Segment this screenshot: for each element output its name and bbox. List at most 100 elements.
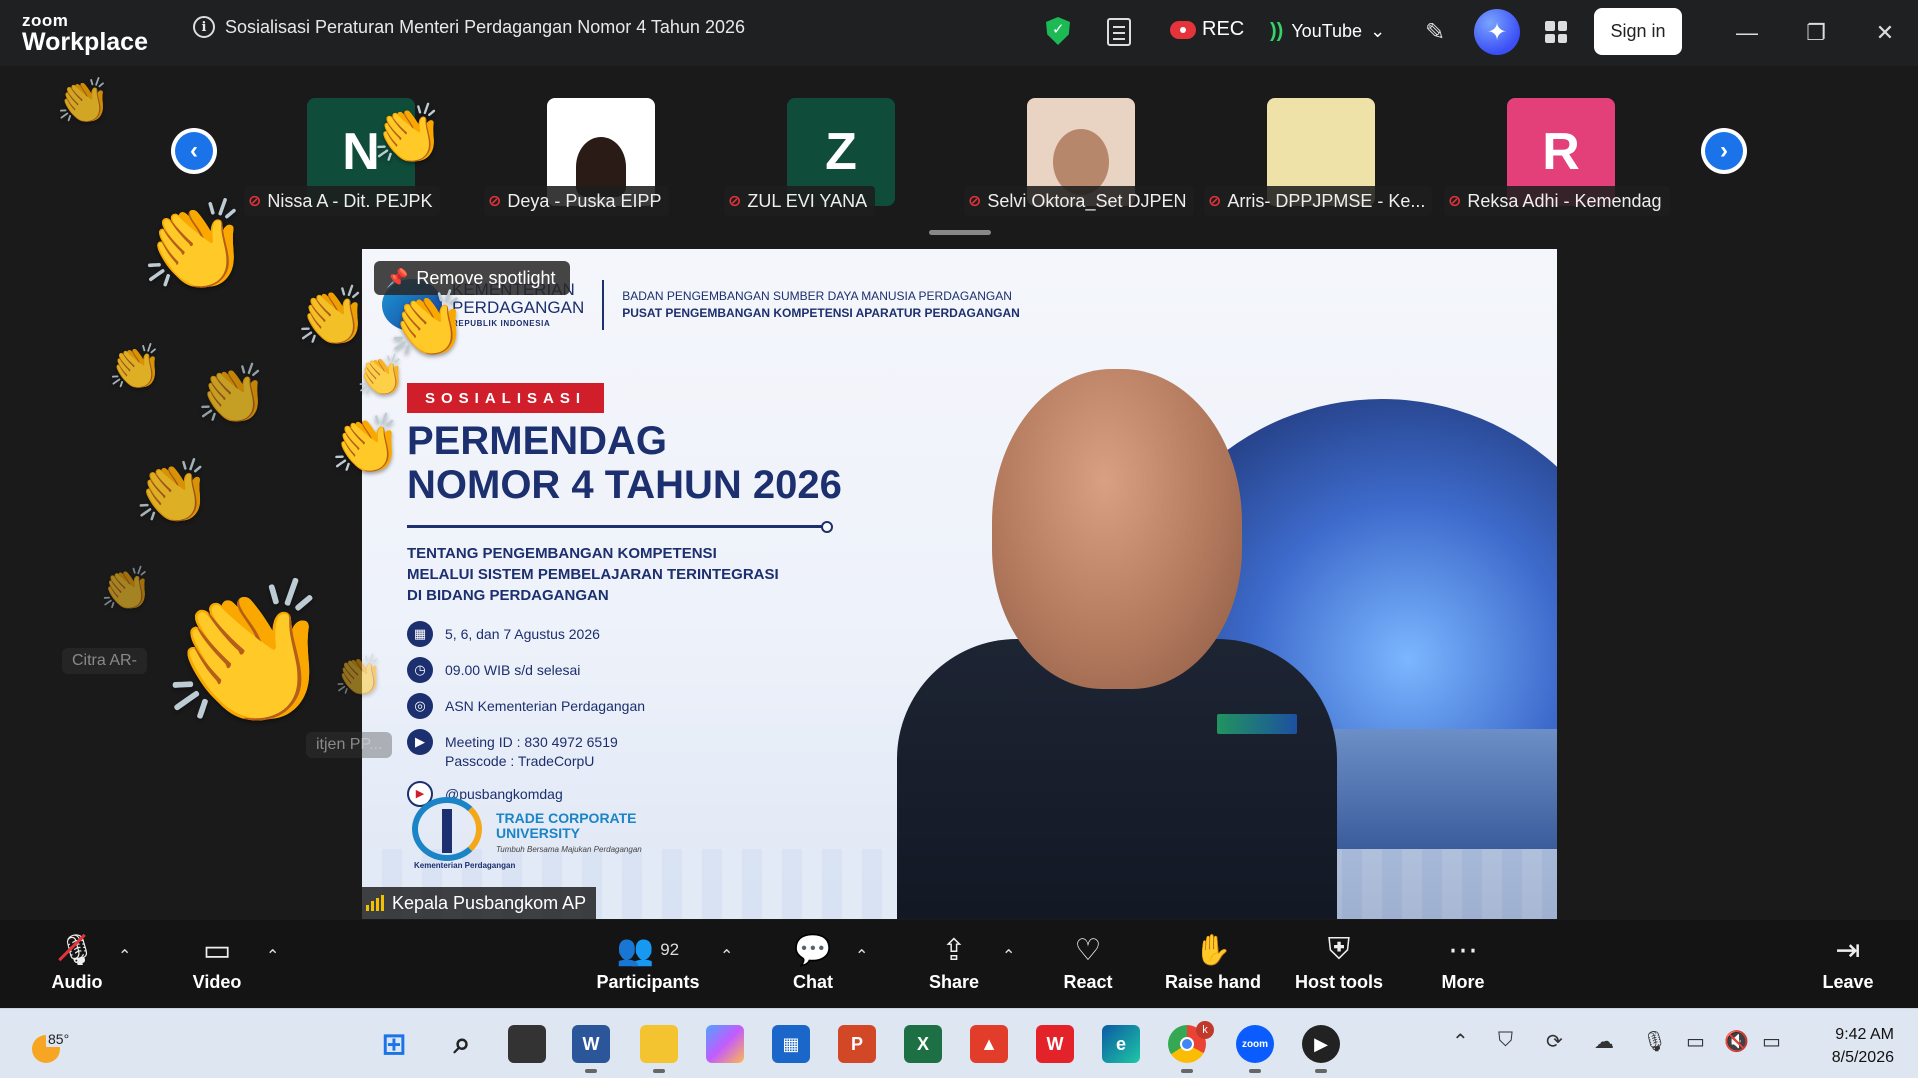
gallery-scroll-indicator[interactable] bbox=[929, 230, 991, 235]
chat-options-caret[interactable]: ⌃ bbox=[855, 946, 868, 966]
more-button[interactable]: ⋯ More bbox=[1408, 928, 1518, 993]
raise-hand-button[interactable]: ✋ Raise hand bbox=[1158, 928, 1268, 993]
chevron-up-icon[interactable]: ⌃ bbox=[1452, 1029, 1469, 1054]
calendar-icon: ▦ bbox=[407, 621, 433, 647]
participant-name: ⊘ ZUL EVI YANA bbox=[724, 186, 876, 216]
audio-button[interactable]: 🎙 Audio bbox=[22, 928, 132, 993]
audio-options-caret[interactable]: ⌃ bbox=[118, 946, 131, 966]
word-app-icon[interactable]: W bbox=[572, 1025, 610, 1073]
event-date: ▦ 5, 6, dan 7 Agustus 2026 bbox=[407, 621, 645, 647]
chevron-left-icon: ‹ bbox=[175, 132, 213, 170]
speaker-video bbox=[897, 369, 1337, 919]
network-tray-icon[interactable]: ▭ bbox=[1686, 1029, 1705, 1054]
leave-door-icon: ⇥ bbox=[1835, 933, 1861, 967]
system-clock[interactable]: 9:42 AM 8/5/2026 bbox=[1806, 1023, 1894, 1069]
meeting-stage: ‹ › N Z R ⊘ Nissa A - Dit. PEJPK ⊘ Deya - … bbox=[0, 66, 1918, 920]
rec-label: REC bbox=[1202, 18, 1245, 40]
temperature: 85° bbox=[46, 1031, 72, 1047]
slide-title: PERMENDAG NOMOR 4 TAHUN 2026 bbox=[407, 419, 842, 507]
video-options-caret[interactable]: ⌃ bbox=[266, 946, 279, 966]
spotlight-video[interactable]: KEMENTERIAN PERDAGANGAN REPUBLIK INDONES… bbox=[362, 249, 1557, 919]
clap-reaction-icon: 👏 bbox=[160, 575, 335, 732]
muted-mic-icon: ⊘ bbox=[1448, 193, 1462, 210]
participants-options-caret[interactable]: ⌃ bbox=[720, 946, 733, 966]
ai-companion-icon[interactable]: ✦ bbox=[1474, 9, 1520, 55]
sosialisasi-badge: SOSIALISASI bbox=[407, 383, 605, 413]
clap-reaction-icon: 👏 bbox=[56, 77, 111, 126]
event-zoom-details: ▶ Meeting ID : 830 4972 6519 Passcode : Tr… bbox=[407, 729, 645, 771]
share-screen-icon: ⇪ bbox=[941, 933, 967, 967]
clap-reaction-icon: 👏 bbox=[196, 362, 269, 427]
copilot-icon[interactable] bbox=[706, 1025, 744, 1063]
video-camera-icon: ▶ bbox=[407, 729, 433, 755]
tcu-name: TRADE CORPORATE UNIVERSITY Tumbuh Bersam… bbox=[496, 810, 642, 854]
zoom-app-icon[interactable]: zoom bbox=[1236, 1025, 1274, 1073]
sign-in-button[interactable]: Sign in bbox=[1594, 8, 1682, 55]
clock-time: 9:42 AM bbox=[1835, 1026, 1894, 1043]
chat-button[interactable]: 💬 Chat bbox=[758, 928, 868, 993]
avatar: R bbox=[1542, 123, 1580, 181]
chat-bubble-icon: 💬 bbox=[794, 933, 832, 967]
recording-indicator[interactable]: REC bbox=[1170, 18, 1244, 41]
participant-name: ⊘ Reksa Adhi - Kemendag bbox=[1444, 186, 1670, 216]
participants-button[interactable]: 👥 92 Participants bbox=[593, 928, 703, 993]
minimize-icon[interactable]: — bbox=[1732, 18, 1762, 48]
cloud-record-icon bbox=[1170, 20, 1196, 39]
clap-reaction-icon: 👏 bbox=[388, 288, 468, 360]
edge-browser-icon[interactable]: e bbox=[1102, 1025, 1140, 1063]
share-options-caret[interactable]: ⌃ bbox=[1002, 946, 1015, 966]
gallery-prev-button[interactable]: ‹ bbox=[171, 128, 217, 174]
event-audience: ◎ ASN Kementerian Perdagangan bbox=[407, 693, 645, 719]
signal-strength-icon bbox=[366, 895, 384, 911]
wps-app-icon[interactable]: W bbox=[1036, 1025, 1074, 1063]
powerpoint-app-icon[interactable]: P bbox=[838, 1025, 876, 1063]
muted-mic-icon: ⊘ bbox=[248, 193, 262, 210]
annotate-icon[interactable]: ✎ bbox=[1425, 18, 1445, 47]
sync-tray-icon[interactable]: ⟳ bbox=[1546, 1029, 1563, 1054]
cloud-tray-icon[interactable]: ☁ bbox=[1594, 1029, 1614, 1054]
video-camera-icon: ▭ bbox=[202, 933, 232, 967]
clock-icon: ◷ bbox=[407, 657, 433, 683]
host-tools-button[interactable]: ⛨ Host tools bbox=[1284, 928, 1394, 993]
shield-icon[interactable] bbox=[1046, 17, 1070, 45]
react-button[interactable]: ♡ React bbox=[1033, 928, 1143, 993]
weather-widget[interactable]: 85° bbox=[30, 1021, 72, 1063]
info-icon[interactable]: i bbox=[193, 16, 215, 38]
clap-reaction-icon: 👏 bbox=[372, 102, 445, 167]
restore-icon[interactable]: ❐ bbox=[1801, 18, 1831, 48]
task-view-icon[interactable] bbox=[508, 1025, 546, 1063]
chevron-down-icon: ⌄ bbox=[1370, 21, 1386, 41]
media-player-icon[interactable]: ▶ bbox=[1302, 1025, 1340, 1073]
clap-reaction-icon: 👏 bbox=[334, 654, 384, 698]
battery-icon[interactable]: ▭ bbox=[1762, 1029, 1781, 1054]
tcu-emblem bbox=[412, 797, 482, 861]
clap-reaction-icon: 👏 bbox=[108, 343, 163, 392]
leave-button[interactable]: ⇥ Leave bbox=[1793, 928, 1903, 993]
microphone-tray-icon[interactable]: 🎙 bbox=[1642, 1029, 1667, 1054]
speaker-muted-icon[interactable]: 🔇 bbox=[1724, 1029, 1749, 1054]
excel-app-icon[interactable]: X bbox=[904, 1025, 942, 1063]
chevron-right-icon: › bbox=[1705, 132, 1743, 170]
clap-reaction-icon: 👏 bbox=[100, 565, 153, 612]
participant-name-faded: Citra AR- bbox=[62, 648, 147, 674]
vpn-tray-icon[interactable]: ⛉ bbox=[1498, 1029, 1513, 1052]
pdf-app-icon[interactable]: ▲ bbox=[970, 1025, 1008, 1063]
zoom-workplace-logo: zoom Workplace bbox=[22, 12, 148, 55]
speaker-name-tag: Kepala Pusbangkom AP bbox=[362, 887, 597, 919]
gallery-next-button[interactable]: › bbox=[1701, 128, 1747, 174]
store-icon[interactable]: ▦ bbox=[772, 1025, 810, 1063]
search-icon[interactable]: ⌕ bbox=[443, 1025, 481, 1063]
live-stream-dropdown[interactable]: )) YouTube ⌄ bbox=[1270, 20, 1385, 43]
apps-icon[interactable] bbox=[1545, 21, 1567, 43]
start-windows-icon[interactable]: ⊞ bbox=[375, 1025, 413, 1063]
more-dots-icon: ⋯ bbox=[1448, 933, 1478, 967]
agency-name: BADAN PENGEMBANGAN SUMBER DAYA MANUSIA P… bbox=[622, 288, 1020, 320]
file-explorer-icon[interactable] bbox=[640, 1025, 678, 1073]
meeting-title-area[interactable]: i Sosialisasi Peraturan Menteri Perdagan… bbox=[193, 16, 745, 38]
video-button[interactable]: ▭ Video bbox=[162, 928, 272, 993]
share-button[interactable]: ⇪ Share bbox=[899, 928, 1009, 993]
close-icon[interactable]: ✕ bbox=[1870, 18, 1900, 48]
brand-big: Workplace bbox=[22, 28, 148, 56]
chrome-profile-badge: k bbox=[1196, 1021, 1214, 1039]
notes-icon[interactable] bbox=[1107, 18, 1131, 46]
